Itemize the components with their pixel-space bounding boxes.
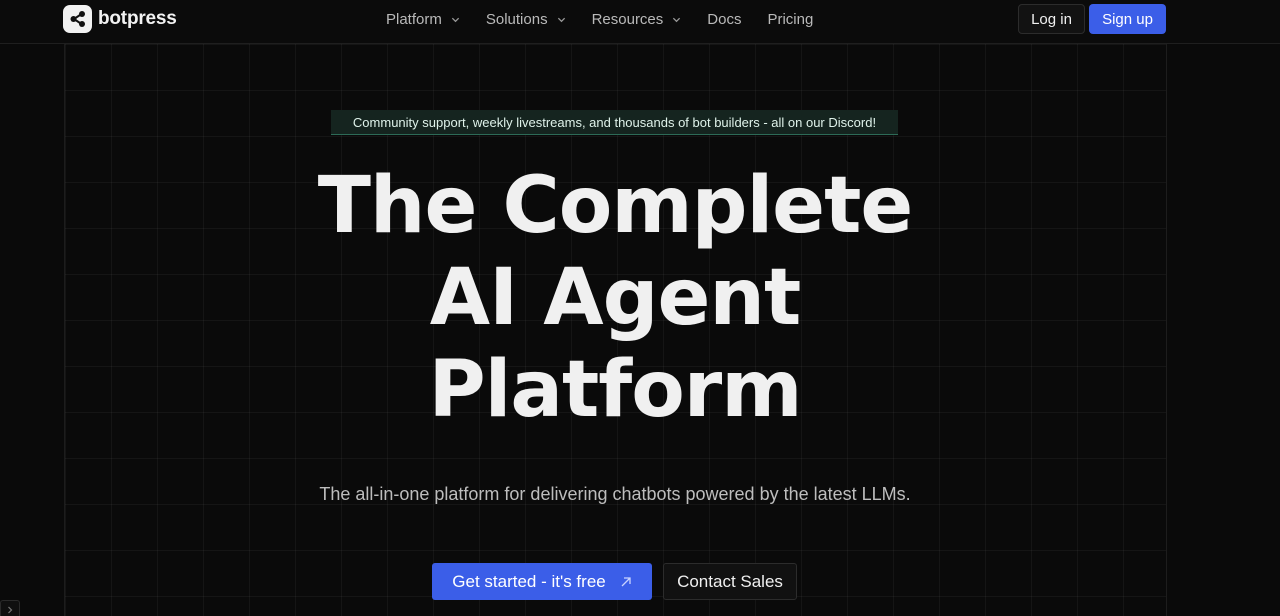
nav-item-platform[interactable]: Platform xyxy=(386,11,460,28)
nav-item-docs[interactable]: Docs xyxy=(707,11,741,28)
brand-logo[interactable]: botpress xyxy=(63,5,177,33)
signup-button[interactable]: Sign up xyxy=(1089,4,1166,34)
chevron-down-icon xyxy=(451,17,459,22)
discord-announcement-banner[interactable]: Community support, weekly livestreams, a… xyxy=(331,110,898,135)
nav-item-solutions[interactable]: Solutions xyxy=(486,11,566,28)
nav-item-resources[interactable]: Resources xyxy=(592,11,682,28)
nav-item-pricing[interactable]: Pricing xyxy=(767,11,813,28)
hero-title: The Complete AI Agent Platform xyxy=(240,160,990,436)
hero-title-line: The Complete xyxy=(317,161,914,251)
chevron-down-icon xyxy=(557,17,565,22)
nav-item-label: Docs xyxy=(707,10,742,28)
login-button[interactable]: Log in xyxy=(1018,4,1085,34)
nav-item-label: Pricing xyxy=(767,10,814,28)
hero-title-line: AI Agent xyxy=(429,253,801,343)
nav-item-label: Resources xyxy=(591,10,664,28)
chevron-right-icon xyxy=(8,606,13,614)
brand-name: botpress xyxy=(98,8,177,29)
chevron-down-icon xyxy=(673,17,681,22)
hero-title-line: Platform xyxy=(428,345,802,435)
arrow-up-right-icon xyxy=(621,576,631,586)
main-nav: Platform Solutions Resources Docs Pricin… xyxy=(386,0,839,38)
nav-item-label: Platform xyxy=(386,10,442,28)
hero-subtitle: The all-in-one platform for delivering c… xyxy=(319,484,911,504)
get-started-label: Get started - it's free xyxy=(452,571,606,591)
nav-item-label: Solutions xyxy=(485,10,548,28)
top-navbar: botpress Platform Solutions Resources Do… xyxy=(0,0,1280,44)
side-panel-toggle[interactable] xyxy=(0,600,20,616)
contact-sales-button[interactable]: Contact Sales xyxy=(663,563,797,600)
get-started-button[interactable]: Get started - it's free xyxy=(432,563,652,600)
page: botpress Platform Solutions Resources Do… xyxy=(0,0,1280,616)
share-nodes-icon xyxy=(63,5,92,33)
